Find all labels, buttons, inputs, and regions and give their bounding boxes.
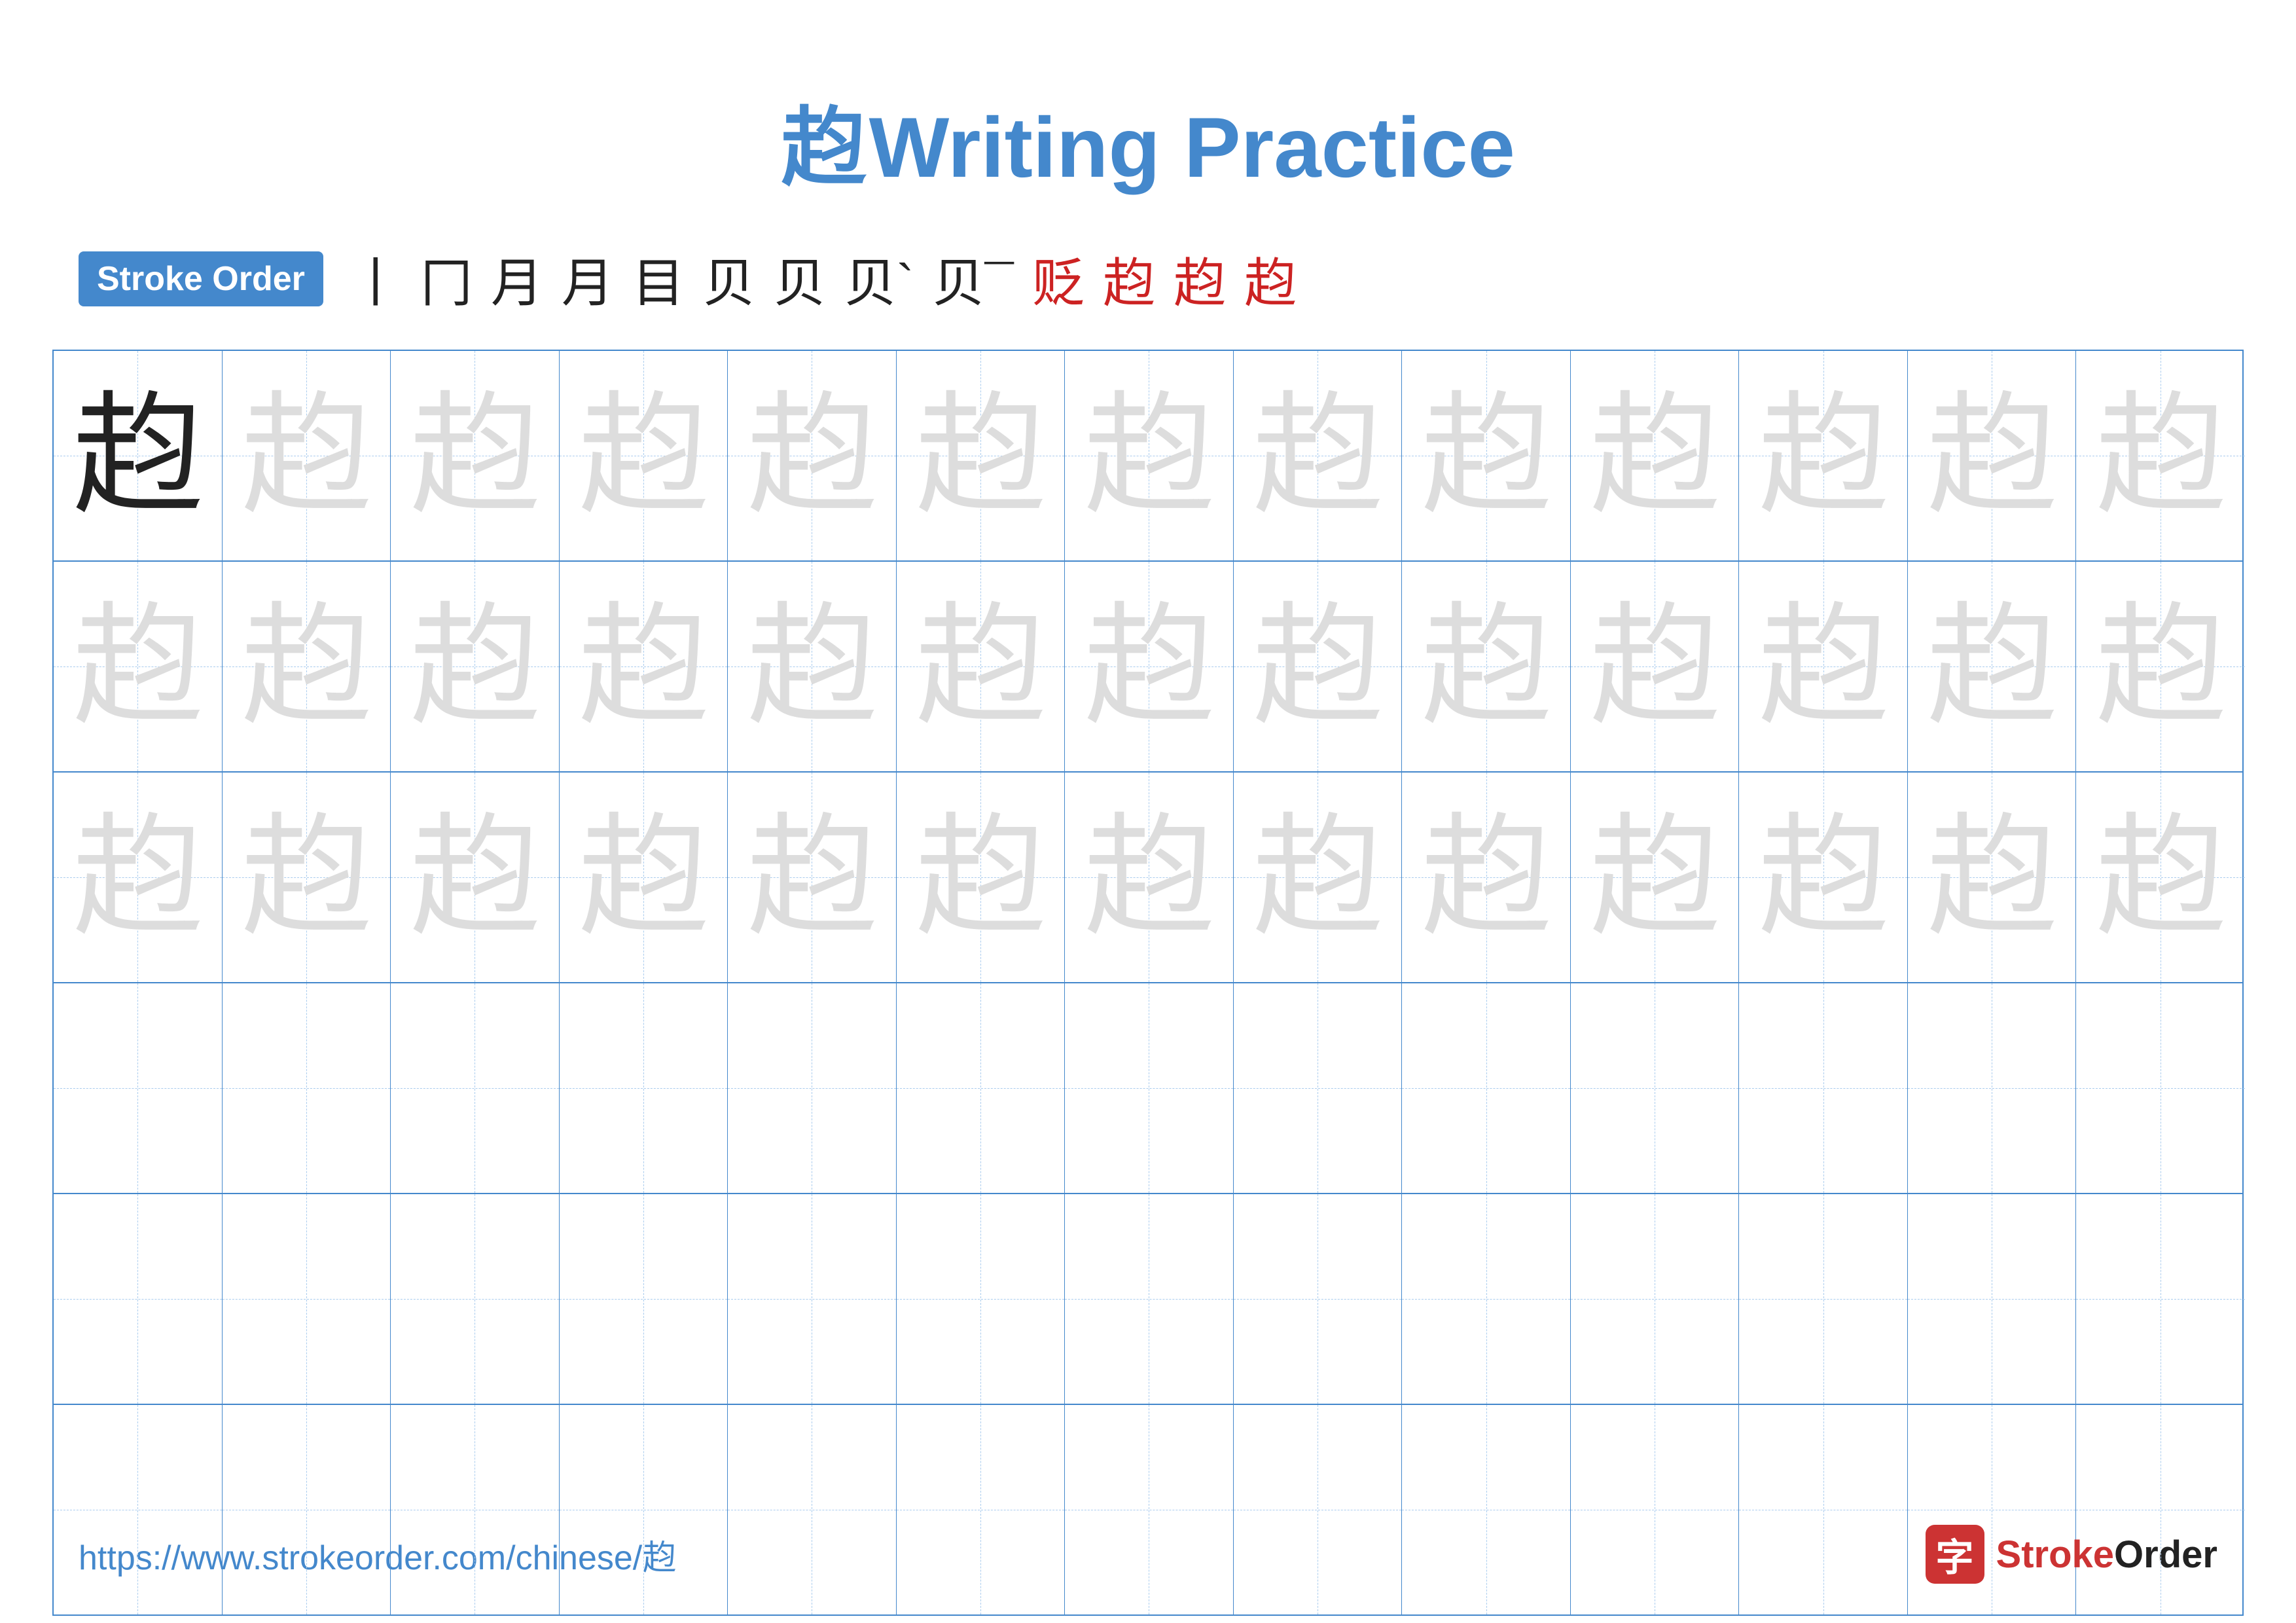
cell-1-13: 赹 [2076,351,2245,560]
cell-1-5: 赹 [728,351,897,560]
stroke-4: 月 [562,241,614,317]
cell-5-4[interactable] [560,1194,728,1404]
title-english: Writing Practice [869,100,1515,195]
cell-4-4[interactable] [560,983,728,1193]
stroke-13: 赹 [1244,241,1297,317]
cell-3-10: 赹 [1571,773,1740,982]
grid-row-5 [54,1194,2242,1405]
cell-2-6: 赹 [897,562,1066,771]
cell-4-8[interactable] [1234,983,1403,1193]
grid-row-2: 赹 赹 赹 赹 赹 赹 赹 赹 赹 赹 赹 赹 赹 [54,562,2242,773]
cell-5-7[interactable] [1065,1194,1234,1404]
cell-4-1[interactable] [54,983,223,1193]
cell-1-11: 赹 [1739,351,1908,560]
cell-2-2: 赹 [223,562,391,771]
cell-2-1: 赹 [54,562,223,771]
page-title: 赹 Writing Practice [0,0,2296,202]
stroke-9: 贝¯ [933,241,1014,317]
cell-3-11: 赹 [1739,773,1908,982]
strokeorder-logo-icon: 字 [1926,1525,1984,1584]
cell-1-6: 赹 [897,351,1066,560]
cell-4-13[interactable] [2076,983,2245,1193]
cell-3-13: 赹 [2076,773,2245,982]
cell-2-3: 赹 [391,562,560,771]
footer-url[interactable]: https://www.strokeorder.com/chinese/赹 [79,1530,676,1579]
stroke-order-badge: Stroke Order [79,251,323,306]
cell-2-11: 赹 [1739,562,1908,771]
cell-3-7: 赹 [1065,773,1234,982]
stroke-8: 贝` [844,241,914,317]
cell-4-12[interactable] [1908,983,2077,1193]
cell-3-5: 赹 [728,773,897,982]
stroke-order-section: Stroke Order 丨 冂 月 月 目 贝 贝 贝` 贝¯ 贬 赹 赹 赹 [0,241,2296,317]
stroke-6: 贝 [703,241,755,317]
stroke-12: 赹 [1174,241,1226,317]
cell-2-10: 赹 [1571,562,1740,771]
cell-1-7: 赹 [1065,351,1234,560]
cell-2-13: 赹 [2076,562,2245,771]
cell-4-7[interactable] [1065,983,1234,1193]
cell-5-11[interactable] [1739,1194,1908,1404]
cell-4-2[interactable] [223,983,391,1193]
cell-3-1: 赹 [54,773,223,982]
cell-1-10: 赹 [1571,351,1740,560]
cell-5-1[interactable] [54,1194,223,1404]
practice-grid: 赹 赹 赹 赹 赹 赹 赹 赹 赹 赹 赹 赹 赹 赹 赹 赹 赹 赹 赹 赹 … [52,350,2244,1616]
grid-row-1: 赹 赹 赹 赹 赹 赹 赹 赹 赹 赹 赹 赹 赹 [54,351,2242,562]
cell-3-8: 赹 [1234,773,1403,982]
cell-4-6[interactable] [897,983,1066,1193]
cell-1-12: 赹 [1908,351,2077,560]
cell-4-9[interactable] [1402,983,1571,1193]
stroke-2: 冂 [420,241,473,317]
grid-row-4 [54,983,2242,1194]
stroke-1: 丨 [350,241,402,317]
cell-2-5: 赹 [728,562,897,771]
cell-1-4: 赹 [560,351,728,560]
stroke-sequence: 丨 冂 月 月 目 贝 贝 贝` 贝¯ 贬 赹 赹 赹 [350,241,1297,317]
cell-5-12[interactable] [1908,1194,2077,1404]
cell-2-8: 赹 [1234,562,1403,771]
cell-5-2[interactable] [223,1194,391,1404]
cell-5-5[interactable] [728,1194,897,1404]
cell-3-6: 赹 [897,773,1066,982]
cell-2-9: 赹 [1402,562,1571,771]
cell-5-10[interactable] [1571,1194,1740,1404]
cell-4-3[interactable] [391,983,560,1193]
cell-5-9[interactable] [1402,1194,1571,1404]
cell-2-4: 赹 [560,562,728,771]
cell-1-8: 赹 [1234,351,1403,560]
cell-1-2: 赹 [223,351,391,560]
cell-5-8[interactable] [1234,1194,1403,1404]
cell-4-5[interactable] [728,983,897,1193]
cell-3-2: 赹 [223,773,391,982]
stroke-3: 月 [491,241,543,317]
footer: https://www.strokeorder.com/chinese/赹 字 … [79,1525,2217,1584]
cell-2-12: 赹 [1908,562,2077,771]
grid-row-3: 赹 赹 赹 赹 赹 赹 赹 赹 赹 赹 赹 赹 赹 [54,773,2242,983]
cell-5-13[interactable] [2076,1194,2245,1404]
cell-2-7: 赹 [1065,562,1234,771]
title-chinese: 赹 [781,100,866,195]
cell-5-3[interactable] [391,1194,560,1404]
stroke-5: 目 [632,241,685,317]
cell-3-4: 赹 [560,773,728,982]
cell-1-3: 赹 [391,351,560,560]
cell-1-1: 赹 [54,351,223,560]
cell-3-3: 赹 [391,773,560,982]
stroke-11: 赹 [1103,241,1155,317]
cell-3-9: 赹 [1402,773,1571,982]
cell-4-11[interactable] [1739,983,1908,1193]
footer-logo-text: StrokeOrder [1996,1533,2217,1577]
stroke-7: 贝 [774,241,826,317]
cell-1-9: 赹 [1402,351,1571,560]
footer-logo: 字 StrokeOrder [1926,1525,2217,1584]
cell-3-12: 赹 [1908,773,2077,982]
cell-4-10[interactable] [1571,983,1740,1193]
stroke-10: 贬 [1032,241,1085,317]
cell-5-6[interactable] [897,1194,1066,1404]
